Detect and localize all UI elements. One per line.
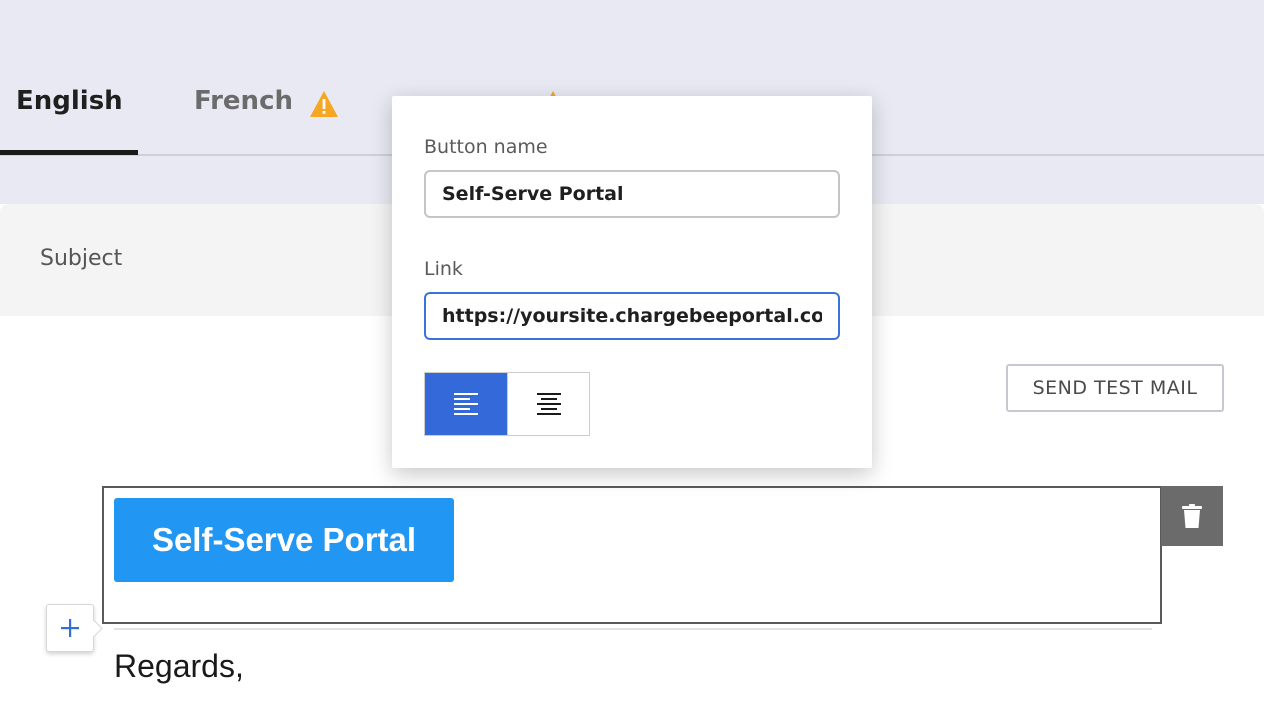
tab-english[interactable]: English	[16, 86, 123, 156]
link-input[interactable]	[424, 292, 840, 340]
delete-block-button[interactable]	[1161, 486, 1223, 546]
tab-french-label: French	[194, 86, 293, 116]
add-block-button[interactable]	[46, 604, 94, 652]
block-divider	[114, 628, 1152, 630]
tab-english-label: English	[16, 86, 123, 116]
send-test-mail-button[interactable]: SEND TEST MAIL	[1006, 364, 1224, 412]
trash-icon	[1182, 504, 1202, 528]
active-tab-indicator	[0, 150, 138, 155]
align-center-button[interactable]	[507, 373, 589, 435]
button-name-input[interactable]	[424, 170, 840, 218]
warning-icon	[310, 91, 338, 117]
plus-icon	[61, 619, 79, 637]
alignment-toggle-group	[424, 372, 590, 436]
align-left-icon	[454, 393, 478, 415]
self-serve-portal-button[interactable]: Self-Serve Portal	[114, 498, 454, 582]
subject-label: Subject	[40, 246, 123, 271]
tab-french[interactable]: French	[194, 86, 339, 156]
button-name-label: Button name	[424, 136, 548, 158]
link-label: Link	[424, 258, 463, 280]
closing-text[interactable]: Regards,	[114, 648, 244, 685]
align-left-button[interactable]	[425, 373, 507, 435]
button-settings-popover: Button name Link	[392, 96, 872, 468]
align-center-icon	[536, 393, 561, 415]
